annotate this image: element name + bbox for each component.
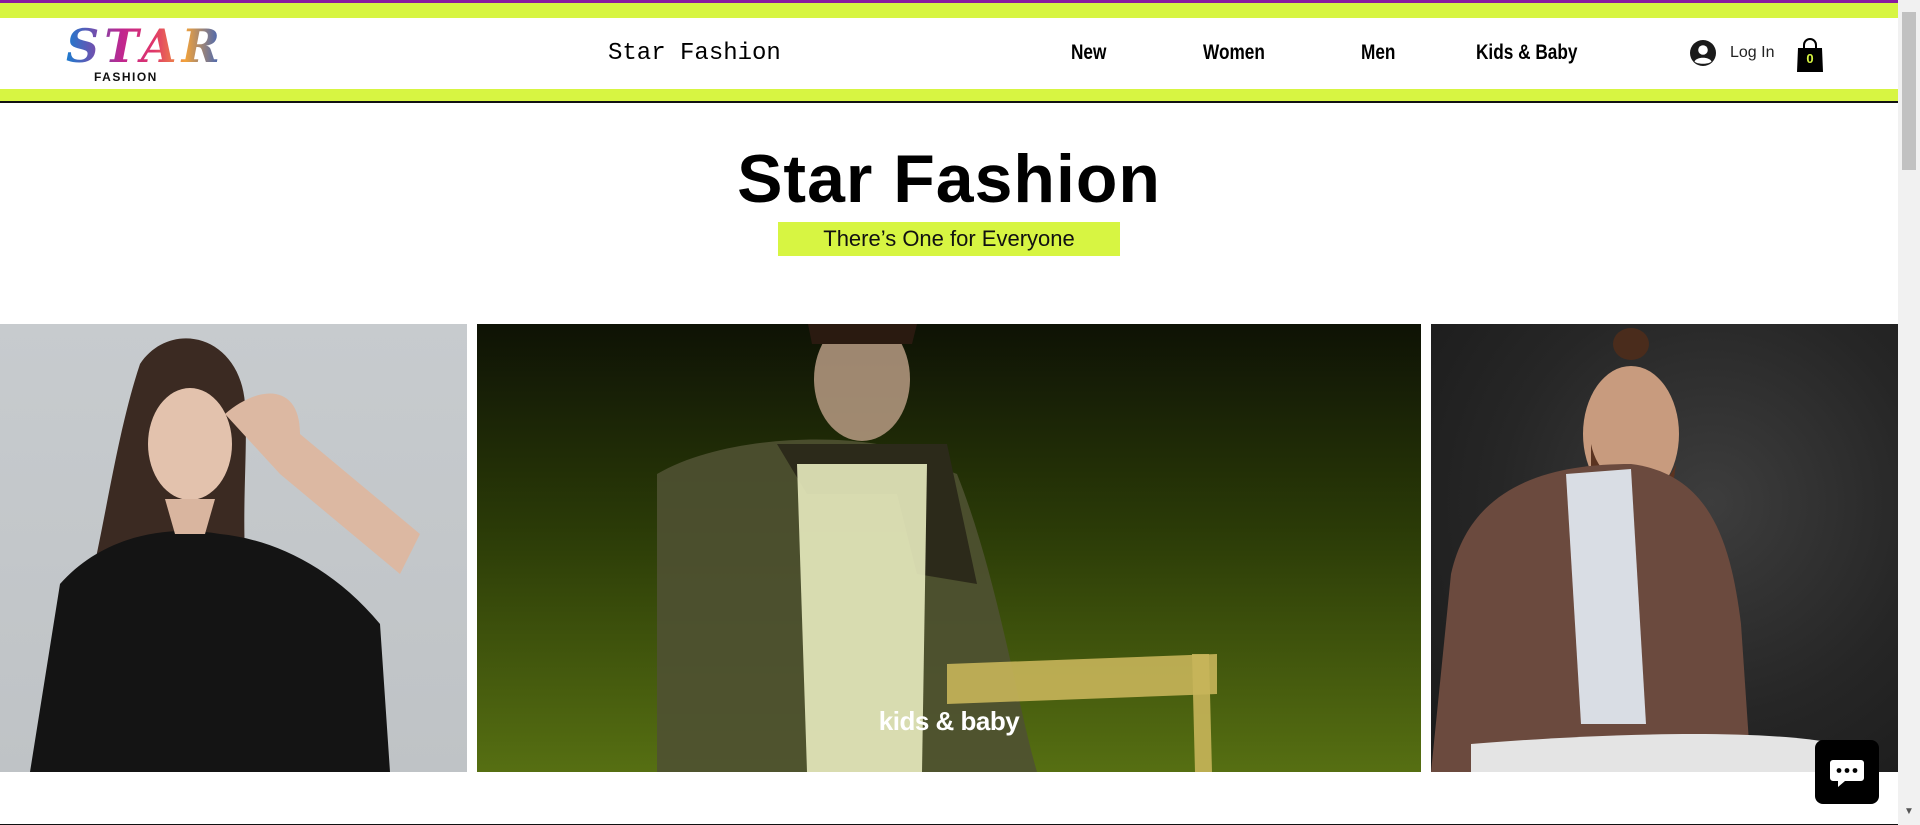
page-scrollbar[interactable]: ▼ [1898, 0, 1920, 825]
kids-baby-label: kids & baby [878, 706, 1020, 736]
scroll-down-arrow-icon[interactable]: ▼ [1904, 806, 1914, 817]
login-button[interactable]: Log In [1689, 38, 1774, 68]
kids-model-photo [657, 324, 1217, 772]
login-label: Log In [1730, 44, 1775, 61]
gallery-panel-women[interactable] [0, 324, 467, 772]
site-logo[interactable]: STAR FASHION [66, 20, 220, 86]
cart-count: 0 [1806, 51, 1814, 66]
cart-button[interactable]: 0 [1796, 37, 1824, 73]
men-model-photo [1431, 328, 1871, 772]
user-avatar-icon [1690, 40, 1716, 66]
gallery-panel-men[interactable] [1431, 324, 1898, 772]
nav-item-men[interactable]: Men [1361, 41, 1395, 65]
nav-item-women[interactable]: Women [1203, 41, 1265, 65]
nav-item-kids-baby[interactable]: Kids & Baby [1476, 41, 1577, 65]
scrollbar-thumb[interactable] [1902, 12, 1916, 170]
chat-widget-button[interactable] [1815, 740, 1879, 804]
gallery-panel-kids-baby[interactable]: kids & baby [477, 324, 1421, 772]
women-model-photo [30, 338, 420, 772]
site-header [0, 18, 1898, 89]
header-bottom-band [0, 89, 1898, 103]
chat-bubble-icon [1830, 760, 1864, 787]
header-top-band [0, 3, 1898, 18]
logo-subtext: FASHION [94, 70, 158, 84]
hero-title: Star Fashion [737, 141, 1161, 217]
site-title[interactable]: Star Fashion [608, 40, 781, 67]
nav-item-new[interactable]: New [1071, 41, 1106, 65]
logo-wordmark: STAR [66, 19, 225, 73]
hero-tagline: There’s One for Everyone [778, 222, 1120, 256]
